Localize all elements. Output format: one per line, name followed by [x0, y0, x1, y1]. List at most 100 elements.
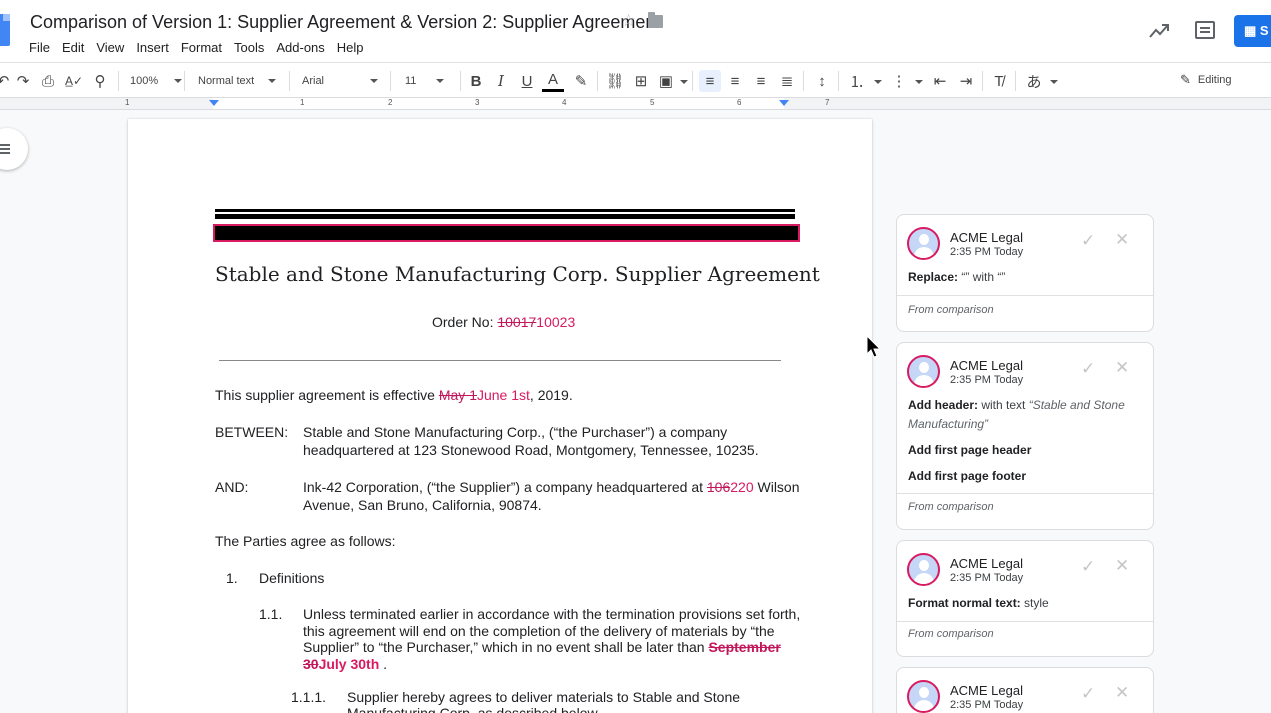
font-size-select[interactable]: 11 — [405, 70, 445, 92]
pencil-icon: ✎ — [1180, 72, 1191, 87]
comment-author: ACME Legal — [950, 358, 1023, 373]
comment-source: From comparison — [908, 304, 994, 316]
and-line-2: Avenue, San Bruno, California, 90874. — [303, 497, 542, 513]
between-line-1: Stable and Stone Manufacturing Corp., (“… — [303, 424, 728, 440]
definitions-title: Definitions — [259, 570, 325, 586]
parties-paragraph: The Parties agree as follows: — [215, 533, 396, 549]
accept-suggestion-icon[interactable]: ✓ — [1081, 231, 1095, 251]
comment-card[interactable]: ACME Legal 2:35 PM Today ✓ ✕ Add header:… — [896, 342, 1154, 530]
between-label: BETWEEN: — [215, 424, 289, 440]
menu-file[interactable]: File — [29, 40, 50, 55]
decrease-indent-icon[interactable]: ⇤ — [929, 70, 951, 92]
style-select[interactable]: Normal text — [198, 70, 277, 92]
align-right-icon[interactable]: ≡ — [750, 70, 772, 92]
header-rule-double — [215, 209, 795, 219]
right-indent-marker[interactable] — [779, 100, 789, 106]
folder-icon[interactable] — [648, 12, 663, 28]
insert-image-icon[interactable]: ▣ — [655, 70, 677, 92]
comment-card[interactable]: ACME Legal 2:35 PM Today ✓ ✕ — [896, 667, 1154, 713]
list-number-1: 1. — [226, 570, 238, 586]
menu-addons[interactable]: Add-ons — [276, 40, 324, 55]
between-line-2: headquartered at 123 Stonewood Road, Mon… — [303, 442, 759, 458]
toolbar: ↶ ↷ ⎙ A̲✓ ⚲ 100% Normal text Arial 11 B … — [0, 62, 1271, 98]
font-select[interactable]: Arial — [302, 70, 379, 92]
print-icon[interactable]: ⎙ — [37, 70, 59, 92]
italic-icon[interactable]: I — [490, 70, 512, 92]
mouse-cursor-icon — [866, 335, 882, 358]
document-heading: Stable and Stone Manufacturing Corp. Sup… — [215, 262, 820, 286]
menu-bar: File Edit View Insert Format Tools Add-o… — [29, 40, 376, 55]
document-outline-button[interactable] — [0, 128, 28, 170]
comment-line: Add first page footer — [908, 469, 1027, 483]
comment-time: 2:35 PM Today — [950, 246, 1024, 258]
reject-suggestion-icon[interactable]: ✕ — [1115, 230, 1129, 250]
comment-body: Replace: “” with “” — [908, 270, 1006, 284]
increase-indent-icon[interactable]: ⇥ — [955, 70, 977, 92]
inserted-text: 10023 — [536, 314, 576, 330]
paint-format-icon[interactable]: ⚲ — [89, 70, 111, 92]
and-line-1: Ink-42 Corporation, (“the Supplier”) a c… — [303, 479, 800, 495]
section-1-1-line-1: Unless terminated earlier in accordance … — [303, 606, 801, 622]
menu-insert[interactable]: Insert — [136, 40, 169, 55]
share-button[interactable]: ▦ S — [1234, 15, 1271, 47]
insert-link-icon[interactable]: ⛓ — [604, 70, 626, 92]
comment-source: From comparison — [908, 501, 994, 513]
avatar — [907, 680, 940, 713]
add-comment-icon[interactable]: ⊞ — [630, 70, 652, 92]
horizontal-rule — [219, 360, 781, 361]
highlight-icon[interactable]: ✎ — [570, 70, 592, 92]
underline-icon[interactable]: U — [516, 70, 538, 92]
left-indent-marker[interactable] — [209, 100, 219, 106]
comment-time: 2:35 PM Today — [950, 572, 1024, 584]
comment-body: Format normal text: style — [908, 596, 1049, 610]
menu-view[interactable]: View — [96, 40, 124, 55]
comment-time: 2:35 PM Today — [950, 699, 1024, 711]
comment-card[interactable]: ACME Legal 2:35 PM Today ✓ ✕ Format norm… — [896, 540, 1154, 657]
accept-suggestion-icon[interactable]: ✓ — [1081, 557, 1095, 577]
deleted-text: 10017 — [497, 314, 537, 330]
align-left-icon[interactable]: ≡ — [699, 70, 721, 92]
reject-suggestion-icon[interactable]: ✕ — [1115, 556, 1129, 576]
ruler[interactable]: 1 1 2 3 4 5 6 7 — [0, 98, 1271, 110]
comment-body: Add header: with text “Stable and Stone … — [908, 398, 1125, 431]
zoom-select[interactable]: 100% — [130, 70, 183, 92]
input-tools-icon[interactable]: あ — [1023, 70, 1045, 92]
comment-card[interactable]: ACME Legal 2:35 PM Today ✓ ✕ Replace: “”… — [896, 214, 1154, 332]
clear-formatting-icon[interactable]: T̸ — [988, 70, 1010, 92]
section-1-1-line-3: Supplier” to “the Purchaser,” which in n… — [303, 639, 781, 655]
and-label: AND: — [215, 479, 249, 495]
text-color-icon[interactable]: A — [542, 70, 564, 92]
menu-edit[interactable]: Edit — [62, 40, 84, 55]
comment-history-icon[interactable] — [1195, 21, 1215, 39]
menu-help[interactable]: Help — [337, 40, 364, 55]
docs-logo-icon[interactable] — [0, 14, 10, 46]
line-spacing-icon[interactable]: ↕ — [811, 70, 833, 92]
numbered-list-icon[interactable]: ⒈ — [846, 70, 868, 92]
document-title[interactable]: Comparison of Version 1: Supplier Agreem… — [30, 12, 660, 33]
header-rule-suggested — [213, 224, 800, 242]
bulleted-list-icon[interactable]: ⋮ — [888, 70, 910, 92]
reject-suggestion-icon[interactable]: ✕ — [1115, 683, 1129, 703]
reject-suggestion-icon[interactable]: ✕ — [1115, 358, 1129, 378]
section-1-1-line-4: 30July 30th . — [303, 656, 388, 672]
editing-mode-button[interactable]: ✎ Editing — [1180, 72, 1232, 88]
spellcheck-icon[interactable]: A̲✓ — [63, 70, 85, 92]
comment-author: ACME Legal — [950, 556, 1023, 571]
comment-line: Add first page header — [908, 443, 1032, 457]
redo-icon[interactable]: ↷ — [12, 70, 34, 92]
order-number: Order No: 1001710023 — [432, 314, 576, 330]
accept-suggestion-icon[interactable]: ✓ — [1081, 684, 1095, 704]
menu-tools[interactable]: Tools — [234, 40, 264, 55]
list-number-1-1-1: 1.1.1. — [291, 689, 327, 705]
justify-icon[interactable]: ≣ — [776, 70, 798, 92]
comment-author: ACME Legal — [950, 230, 1023, 245]
editing-mode-label: Editing — [1197, 74, 1232, 86]
accept-suggestion-icon[interactable]: ✓ — [1081, 359, 1095, 379]
menu-format[interactable]: Format — [181, 40, 222, 55]
align-center-icon[interactable]: ≡ — [724, 70, 746, 92]
bold-icon[interactable]: B — [465, 70, 487, 92]
star-icon[interactable]: ☆ — [621, 11, 636, 31]
avatar — [907, 355, 940, 388]
list-number-1-1: 1.1. — [259, 606, 283, 622]
activity-trend-icon[interactable] — [1148, 22, 1170, 40]
